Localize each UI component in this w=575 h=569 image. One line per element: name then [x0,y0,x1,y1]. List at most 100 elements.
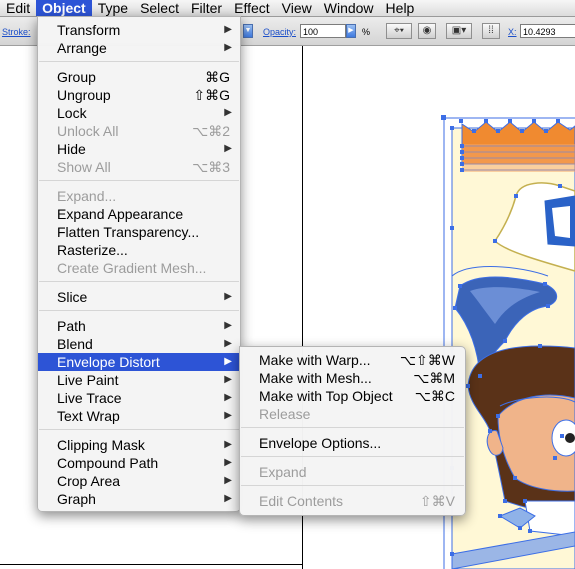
menu-separator [39,429,239,430]
menu-item-shortcut: ⌥⌘M [413,370,455,386]
x-coordinate-input[interactable]: 10.4293 [520,24,575,38]
menu-item-label: Rasterize... [57,242,128,258]
menu-type[interactable]: Type [92,0,134,16]
menu-effect[interactable]: Effect [228,0,276,16]
opacity-input[interactable]: 100 [300,24,346,38]
menu-item-label: Graph [57,491,96,507]
submenu-arrow-icon: ▶ [224,439,232,450]
submenu-arrow-icon: ▶ [224,320,232,331]
menu-item-label: Expand... [57,188,117,204]
menu-separator [39,180,239,181]
opacity-percent: % [362,27,371,37]
menu-item-ungroup[interactable]: Ungroup ⇧⌘G [38,86,240,104]
menu-separator [241,485,464,486]
menu-item-compound-path[interactable]: Compound Path ▶ [38,454,240,472]
menu-item-label: Envelope Options... [259,435,382,451]
reference-point-icon[interactable]: ⁞⁞ [482,23,500,39]
menu-item-label: Live Trace [57,390,122,406]
menu-item-label: Make with Warp... [259,352,371,368]
menu-filter[interactable]: Filter [185,0,228,16]
menu-item-label: Edit Contents [259,493,344,509]
menu-item-crop-area[interactable]: Crop Area ▶ [38,472,240,490]
menu-item-make-with-top-object[interactable]: Make with Top Object ⌥⌘C [240,387,465,405]
menu-separator [39,61,239,62]
menu-item-label: Make with Top Object [259,388,393,404]
menu-item-label: Envelope Distort [57,354,160,370]
menu-item-make-with-warp[interactable]: Make with Warp... ⌥⇧⌘W [240,351,465,369]
menu-item-make-with-mesh[interactable]: Make with Mesh... ⌥⌘M [240,369,465,387]
submenu-arrow-icon: ▶ [224,392,232,403]
menu-item-clipping-mask[interactable]: Clipping Mask ▶ [38,436,240,454]
menu-item-label: Expand Appearance [57,206,184,222]
menu-item-label: Hide [57,141,86,157]
menu-item-slice[interactable]: Slice ▶ [38,288,240,306]
menu-help[interactable]: Help [380,0,421,16]
menu-item-create-gradient-mesh: Create Gradient Mesh... [38,259,240,277]
menu-select[interactable]: Select [134,0,185,16]
menu-item-release: Release [240,405,465,423]
submenu-arrow-icon: ▶ [224,338,232,349]
menu-item-blend[interactable]: Blend ▶ [38,335,240,353]
menu-item-shortcut: ⇧⌘G [193,87,230,103]
recolor-icon[interactable]: ⌖▾ [386,23,412,39]
submenu-arrow-icon: ▶ [224,107,232,118]
submenu-arrow-icon: ▶ [224,374,232,385]
menu-item-label: Path [57,318,86,334]
menu-item-edit-contents: Edit Contents ⇧⌘V [240,492,465,510]
menu-item-shortcut: ⌥⌘2 [192,123,230,139]
menu-item-label: Crop Area [57,473,121,489]
menu-item-expand-appearance[interactable]: Expand Appearance [38,205,240,223]
menu-edit[interactable]: Edit [0,0,36,16]
align-icon[interactable]: ▣▾ [446,23,472,39]
stroke-dropdown-arrow[interactable]: ▼ [243,24,253,38]
menu-item-arrange[interactable]: Arrange ▶ [38,39,240,57]
x-coordinate-link[interactable]: X: [508,27,517,37]
menu-item-shortcut: ⌘G [205,69,230,85]
submenu-arrow-icon: ▶ [224,457,232,468]
menu-item-live-paint[interactable]: Live Paint ▶ [38,371,240,389]
menu-item-path[interactable]: Path ▶ [38,317,240,335]
menu-separator [241,427,464,428]
menu-item-label: Text Wrap [57,408,120,424]
menu-item-envelope-distort[interactable]: Envelope Distort ▶ [38,353,240,371]
menu-window[interactable]: Window [318,0,380,16]
submenu-arrow-icon: ▶ [224,24,232,35]
menu-separator [39,281,239,282]
menu-item-transform[interactable]: Transform ▶ [38,21,240,39]
menu-item-label: Flatten Transparency... [57,224,200,240]
menu-object[interactable]: Object [36,0,92,16]
menu-bar: Edit Object Type Select Filter Effect Vi… [0,0,575,17]
opacity-dropdown-arrow[interactable]: ▶ [346,24,356,38]
menu-item-label: Group [57,69,96,85]
menu-item-lock[interactable]: Lock ▶ [38,104,240,122]
menu-item-live-trace[interactable]: Live Trace ▶ [38,389,240,407]
submenu-arrow-icon: ▶ [224,356,232,367]
menu-view[interactable]: View [276,0,318,16]
menu-separator [241,456,464,457]
menu-item-label: Make with Mesh... [259,370,372,386]
menu-item-shortcut: ⌥⌘3 [192,159,230,175]
menu-item-group[interactable]: Group ⌘G [38,68,240,86]
menu-item-flatten-transparency[interactable]: Flatten Transparency... [38,223,240,241]
menu-item-label: Show All [57,159,111,175]
submenu-arrow-icon: ▶ [224,475,232,486]
menu-item-rasterize[interactable]: Rasterize... [38,241,240,259]
menu-item-shortcut: ⌥⇧⌘W [399,352,455,368]
menu-item-unlock-all: Unlock All ⌥⌘2 [38,122,240,140]
submenu-arrow-icon: ▶ [224,42,232,53]
menu-item-expand: Expand... [38,187,240,205]
envelope-distort-submenu: Make with Warp... ⌥⇧⌘W Make with Mesh...… [239,346,466,516]
graphic-style-icon[interactable]: ◉ [418,23,436,39]
menu-item-shortcut: ⌥⌘C [414,388,455,404]
menu-item-text-wrap[interactable]: Text Wrap ▶ [38,407,240,425]
menu-item-label: Lock [57,105,87,121]
menu-item-label: Arrange [57,40,107,56]
menu-item-graph[interactable]: Graph ▶ [38,490,240,508]
menu-item-envelope-options[interactable]: Envelope Options... [240,434,465,452]
menu-item-show-all: Show All ⌥⌘3 [38,158,240,176]
stroke-link[interactable]: Stroke: [2,27,31,37]
menu-item-shortcut: ⇧⌘V [419,493,455,509]
opacity-link[interactable]: Opacity: [263,27,296,37]
menu-item-hide[interactable]: Hide ▶ [38,140,240,158]
menu-item-label: Expand [259,464,307,480]
